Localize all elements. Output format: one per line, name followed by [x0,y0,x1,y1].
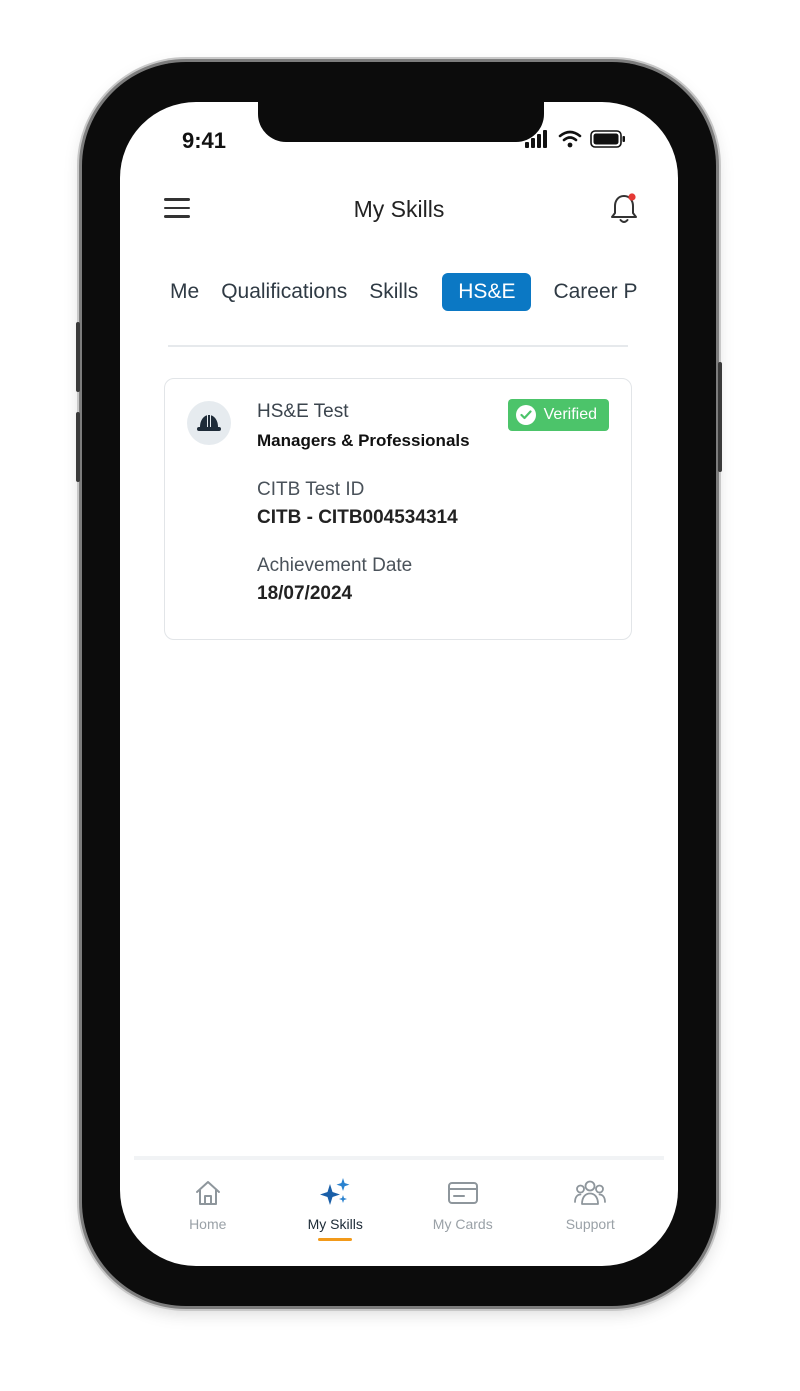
nav-support[interactable]: Support [527,1176,655,1256]
hse-test-card[interactable]: HS&E Test Managers & Professionals Verif… [164,378,632,640]
test-id-label: CITB Test ID [257,479,365,500]
nav-my-cards[interactable]: My Cards [399,1176,527,1256]
check-circle-icon [515,405,536,425]
tab-skills[interactable]: Skills [369,274,418,310]
nav-home[interactable]: Home [144,1176,272,1256]
battery-icon [590,130,625,148]
nav-my-skills[interactable]: My Skills [272,1176,400,1256]
power-button [718,362,722,472]
nav-active-indicator [318,1238,353,1241]
verified-badge: Verified [507,399,609,431]
nav-my-skills-label: My Skills [307,1216,363,1232]
app-header: My Skills [120,184,678,238]
sparkles-icon [318,1176,352,1210]
card-title: HS&E Test [257,401,349,422]
nav-home-label: Home [189,1216,227,1232]
page-title: My Skills [353,196,445,222]
tab-hse[interactable]: HS&E [442,273,532,311]
tab-career-pathways[interactable]: Career P [553,274,637,310]
test-id-value: CITB - CITB004534314 [257,507,458,528]
people-icon [573,1176,607,1210]
signal-icon [525,130,547,148]
home-icon [191,1176,225,1210]
tabs-overflow-fade [658,262,678,322]
status-icons [524,130,626,148]
card-subtitle: Managers & Professionals [257,431,470,450]
phone-screen: 9:41 My Skills Me Qualifications Skills … [120,102,678,1266]
phone-frame: 9:41 My Skills Me Qualifications Skills … [76,62,722,1306]
volume-up-button [76,322,80,392]
verified-badge-label: Verified [543,406,597,423]
nav-my-cards-label: My Cards [432,1216,493,1232]
nav-support-label: Support [565,1216,615,1232]
card-icon [446,1176,480,1210]
tab-me[interactable]: Me [170,274,199,310]
wifi-icon [558,130,582,148]
volume-down-button [76,412,80,482]
tab-bar: Me Qualifications Skills HS&E Career P [170,270,659,314]
bottom-nav-separator [134,1156,664,1160]
achievement-date-value: 18/07/2024 [257,583,353,604]
tab-qualifications[interactable]: Qualifications [221,274,347,310]
hard-hat-icon [187,401,231,445]
achievement-date-label: Achievement Date [257,555,413,576]
notch [258,102,544,142]
bottom-nav: Home My Skills My Cards Support [144,1176,654,1256]
notification-bell-icon[interactable] [608,192,640,226]
tabs-divider [168,345,628,347]
status-time: 9:41 [182,128,227,153]
